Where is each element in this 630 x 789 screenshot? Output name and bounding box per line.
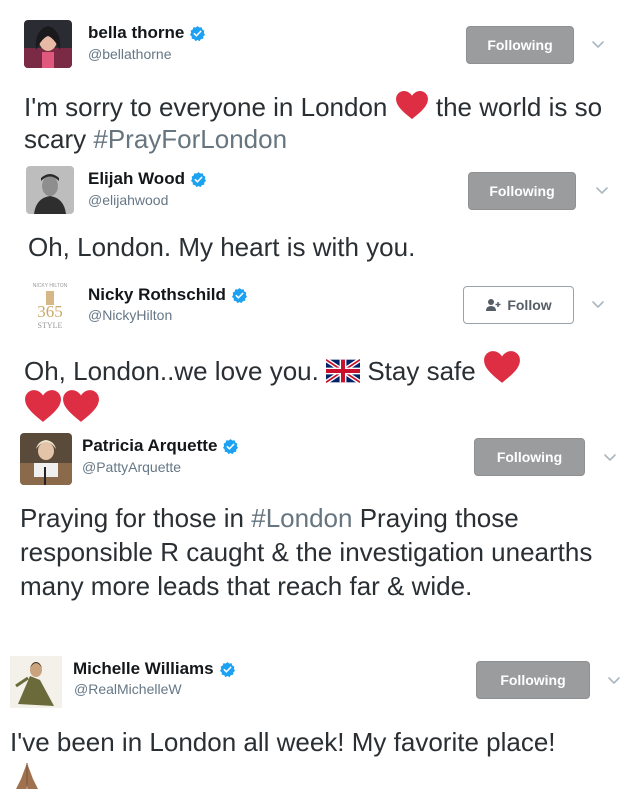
verified-badge-icon [219, 661, 236, 678]
heart-icon [395, 90, 429, 120]
avatar-brand-text: NICKY HILTON [33, 283, 68, 289]
praying-hands-icon [16, 763, 38, 789]
heart-icon [62, 389, 100, 423]
verified-badge-icon [222, 438, 239, 455]
chevron-down-icon[interactable] [602, 449, 618, 465]
user-handle[interactable]: @elijahwood [88, 192, 168, 208]
hashtag-link[interactable]: #PrayForLondon [93, 124, 287, 154]
following-button[interactable]: Following [466, 26, 574, 64]
follow-button-label: Follow [507, 297, 552, 313]
hashtag-link[interactable]: #London [251, 503, 352, 533]
following-button-label: Following [496, 449, 563, 465]
add-user-icon [486, 299, 501, 311]
user-handle[interactable]: @RealMichelleW [74, 681, 182, 697]
avatar[interactable] [10, 656, 62, 708]
user-handle[interactable]: @bellathorne [88, 46, 172, 62]
avatar[interactable] [26, 166, 74, 214]
user-handle[interactable]: @NickyHilton [88, 307, 172, 323]
tweet-text: Oh, London. My heart is with you. [28, 232, 416, 262]
uk-flag-icon [326, 358, 361, 384]
follow-button[interactable]: Follow [463, 286, 574, 324]
avatar-style-text: STYLE [38, 321, 63, 329]
chevron-down-icon[interactable] [594, 182, 610, 198]
chevron-down-icon[interactable] [606, 672, 622, 688]
avatar[interactable]: NICKY HILTON 365 STYLE [26, 281, 74, 329]
following-button-label: Following [500, 672, 566, 688]
avatar[interactable] [24, 20, 72, 68]
display-name[interactable]: bella thorne [88, 23, 184, 43]
display-name[interactable]: Patricia Arquette [82, 436, 217, 456]
chevron-down-icon[interactable] [590, 296, 606, 312]
user-handle[interactable]: @PattyArquette [82, 459, 181, 475]
display-name[interactable]: Elijah Wood [88, 169, 185, 189]
following-button[interactable]: Following [474, 438, 585, 476]
verified-badge-icon [189, 25, 206, 42]
chevron-down-icon[interactable] [590, 36, 606, 52]
display-name[interactable]: Michelle Williams [73, 659, 214, 679]
tweet-text: Oh, London..we love you. Stay safe [24, 350, 614, 428]
heart-icon [483, 350, 521, 384]
following-button-label: Following [487, 37, 553, 53]
following-button[interactable]: Following [476, 661, 590, 699]
following-button-label: Following [489, 183, 555, 199]
following-button[interactable]: Following [468, 172, 576, 210]
display-name[interactable]: Nicky Rothschild [88, 285, 226, 305]
heart-icon [24, 389, 62, 423]
avatar[interactable] [20, 433, 72, 485]
tweet-text: Praying for those in #London Praying tho… [20, 503, 593, 601]
tweet-text: I'm sorry to everyone in London the worl… [24, 90, 603, 154]
tweet-text: I've been in London all week! My favorit… [10, 725, 590, 789]
verified-badge-icon [190, 171, 207, 188]
verified-badge-icon [231, 287, 248, 304]
